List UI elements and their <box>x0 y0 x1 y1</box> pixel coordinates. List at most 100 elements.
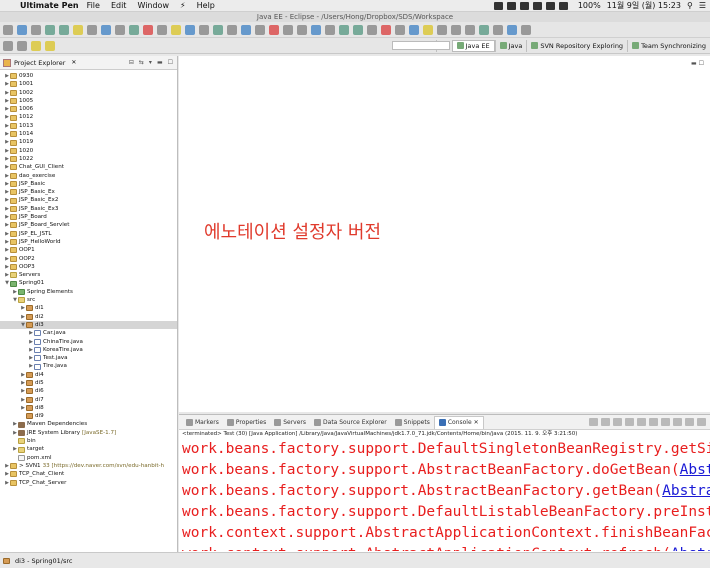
tool-icon[interactable] <box>437 24 447 35</box>
tool-icon[interactable] <box>129 24 139 35</box>
menu-help[interactable]: Help <box>197 1 215 10</box>
tray-app-icon[interactable] <box>545 1 555 10</box>
minimize-icon[interactable]: ▬ <box>157 59 163 66</box>
tool-icon[interactable] <box>367 24 377 35</box>
notification-icon[interactable]: ☰ <box>699 1 706 10</box>
tree-item[interactable]: ▶ JRE System Library [JavaSE-1.7] <box>0 429 177 437</box>
tray-app-icon[interactable] <box>519 1 529 10</box>
tool-icon[interactable] <box>493 24 503 35</box>
tree-item[interactable]: ▶ 1020 <box>0 147 177 155</box>
tool-icon[interactable] <box>3 40 13 51</box>
open-console-icon[interactable] <box>673 418 682 426</box>
tree-item[interactable]: ▶ OOP3 <box>0 263 177 271</box>
project-explorer-tab[interactable]: Project Explorer ✕ ⊟ ⇆ ▾ ▬ ☐ <box>0 56 177 70</box>
tool-icon[interactable] <box>17 40 27 51</box>
stop-icon[interactable] <box>589 418 598 426</box>
tree-item[interactable]: ▶ di2 <box>0 313 177 321</box>
maximize-icon[interactable] <box>697 418 706 426</box>
wifi-icon[interactable] <box>558 1 568 10</box>
tree-item[interactable]: ▶ JSP_Basic_Ex2 <box>0 196 177 204</box>
tool-icon[interactable] <box>171 24 181 35</box>
tree-item[interactable]: bin <box>0 437 177 445</box>
battery-percent[interactable]: 100% <box>578 1 601 10</box>
tree-item[interactable]: ▶ TCP_Chat_Server <box>0 479 177 487</box>
run-icon[interactable] <box>339 24 349 35</box>
tree-item[interactable]: ▶ JSP_Basic_Ex3 <box>0 205 177 213</box>
tree-item[interactable]: ▶ 1012 <box>0 113 177 121</box>
build-icon[interactable] <box>73 24 83 35</box>
tool-icon[interactable] <box>465 24 475 35</box>
maximize-icon[interactable]: ☐ <box>699 60 704 67</box>
tree-item[interactable]: ▶ JSP_EL_JSTL <box>0 230 177 238</box>
tool-icon[interactable] <box>381 24 391 35</box>
tool-icon[interactable] <box>311 24 321 35</box>
tree-item[interactable]: ▶ di7 <box>0 396 177 404</box>
app-menu[interactable]: Ultimate Pen <box>20 1 79 10</box>
view-menu-icon[interactable]: ▾ <box>149 59 152 66</box>
tree-item[interactable]: ▶ 1005 <box>0 97 177 105</box>
tool-icon[interactable] <box>255 24 265 35</box>
tree-item[interactable]: ▼ di3 <box>0 320 177 330</box>
maximize-icon[interactable]: ☐ <box>168 59 173 66</box>
tree-item[interactable]: ▶ JSP_Board_Servlet <box>0 221 177 229</box>
tree-item[interactable]: ▶ di4 <box>0 371 177 379</box>
minimize-icon[interactable]: ▬ <box>691 60 697 67</box>
close-icon[interactable]: ✕ <box>71 59 76 66</box>
bolt-icon[interactable]: ⚡ <box>180 1 186 10</box>
tree-item[interactable]: ▶ 1013 <box>0 122 177 130</box>
scroll-lock-icon[interactable] <box>625 418 634 426</box>
tool-icon[interactable] <box>451 24 461 35</box>
folder-icon[interactable] <box>423 24 433 35</box>
display-console-icon[interactable] <box>661 418 670 426</box>
pin-console-icon[interactable] <box>649 418 658 426</box>
tree-item[interactable]: ▶ di5 <box>0 379 177 387</box>
tree-item[interactable]: ▶ di8 <box>0 404 177 412</box>
tool-icon[interactable] <box>395 24 405 35</box>
tree-item[interactable]: pom.xml <box>0 454 177 462</box>
tab-data-source-explorer[interactable]: Data Source Explorer <box>310 416 391 429</box>
tree-item[interactable]: ▶ Servers <box>0 271 177 279</box>
tree-item[interactable]: ▶ 1019 <box>0 138 177 146</box>
tray-app-icon[interactable] <box>493 1 503 10</box>
tool-icon[interactable] <box>115 24 125 35</box>
stacktrace-link[interactable]: Abstr <box>671 546 710 551</box>
minimize-icon[interactable] <box>685 418 694 426</box>
tree-item[interactable]: ▶ 1001 <box>0 80 177 88</box>
tool-icon[interactable] <box>325 24 335 35</box>
tree-item[interactable]: ▶ JSP_Basic_Ex <box>0 188 177 196</box>
console-output[interactable]: work.beans.factory.support.DefaultSingle… <box>179 439 710 551</box>
tree-item[interactable]: ▶ Chat_GUI_Client <box>0 163 177 171</box>
tree-item[interactable]: ▶ Tire.java <box>0 362 177 370</box>
tree-item[interactable]: ▶ Maven Dependencies <box>0 420 177 428</box>
tree-item[interactable]: ▶ TCP_Chat_Client <box>0 470 177 478</box>
debug-icon[interactable] <box>59 24 69 35</box>
tool-icon[interactable] <box>87 24 97 35</box>
tab-servers[interactable]: Servers <box>270 416 310 429</box>
perspective-java[interactable]: Java <box>494 39 527 52</box>
tab-snippets[interactable]: Snippets <box>391 416 434 429</box>
tool-icon[interactable] <box>283 24 293 35</box>
tree-item[interactable]: ▶ di1 <box>0 304 177 312</box>
tree-item[interactable]: ▶ 1002 <box>0 89 177 97</box>
tree-item[interactable]: ▶ Spring Elements <box>0 288 177 296</box>
tool-icon[interactable] <box>227 24 237 35</box>
tree-item[interactable]: ▶ Test.java <box>0 354 177 362</box>
tree-item[interactable]: ▶ KoreaTire.java <box>0 346 177 354</box>
tree-item[interactable]: ▶ 1006 <box>0 105 177 113</box>
tool-icon[interactable] <box>143 24 153 35</box>
forward-icon[interactable] <box>45 40 55 51</box>
clear-console-icon[interactable] <box>613 418 622 426</box>
tree-item[interactable]: ▶ target <box>0 445 177 453</box>
tree-item[interactable]: ▶ 1014 <box>0 130 177 138</box>
save-icon[interactable] <box>17 24 27 35</box>
tree-item[interactable]: ▶ dao_exercise <box>0 172 177 180</box>
tool-icon[interactable] <box>213 24 223 35</box>
run-icon[interactable] <box>353 24 363 35</box>
tree-item[interactable]: ▼ Spring01 <box>0 279 177 287</box>
tree-item[interactable]: ▶ ChinaTire.java <box>0 338 177 346</box>
menu-edit[interactable]: Edit <box>111 1 127 10</box>
link-editor-icon[interactable]: ⇆ <box>139 59 144 66</box>
tree-item[interactable]: ▶ di6 <box>0 387 177 395</box>
tree-item[interactable]: ▶ 1022 <box>0 155 177 163</box>
tool-icon[interactable] <box>185 24 195 35</box>
